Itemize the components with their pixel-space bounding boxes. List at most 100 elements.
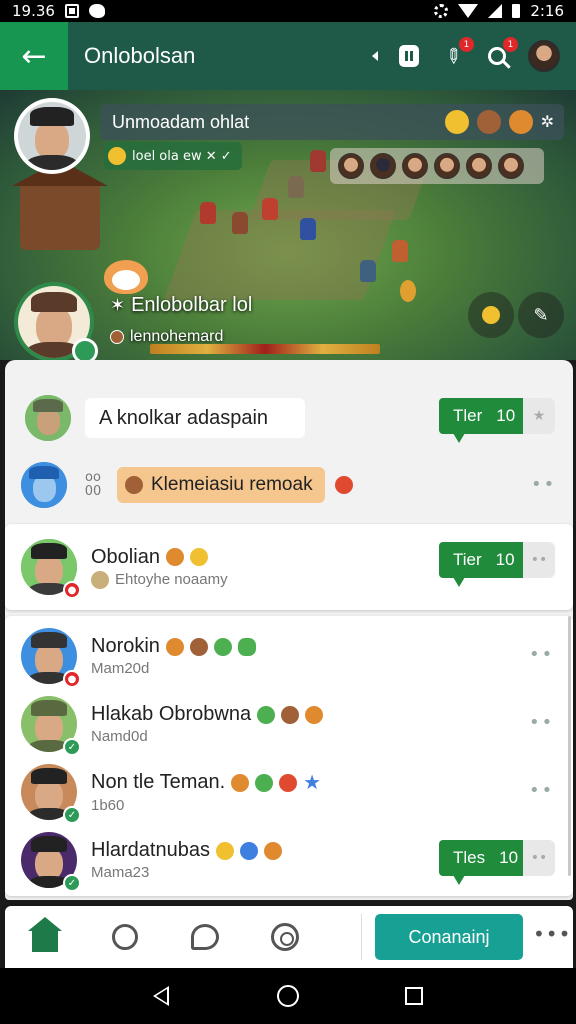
pause-button[interactable]	[396, 43, 422, 69]
nav-home[interactable]	[5, 906, 85, 968]
search-button[interactable]: 1	[484, 37, 518, 69]
chat-pill[interactable]: Unmoadam ohlat ✲	[100, 104, 564, 140]
smiley-emoji-icon	[444, 110, 469, 134]
tier-badge[interactable]: Tier 10	[439, 542, 529, 587]
back-triangle-icon	[153, 986, 169, 1006]
participant-avatar[interactable]	[434, 153, 460, 179]
contact-name: Non tle Teman.	[91, 771, 226, 793]
hud-bar	[150, 344, 380, 354]
edit-button[interactable]: ✎	[518, 292, 564, 338]
chat-pill-text: Unmoadam ohlat	[112, 111, 250, 132]
lightning-icon	[482, 306, 500, 324]
tier-badge[interactable]: Tles 10	[439, 840, 533, 885]
host-avatar[interactable]	[14, 98, 90, 174]
connect-button[interactable]: Conanainj	[375, 914, 523, 960]
system-back-button[interactable]	[153, 986, 171, 1006]
hut-building	[12, 160, 108, 250]
coin-icon	[91, 570, 109, 589]
player-avatar[interactable]	[14, 282, 98, 360]
status-time-left: 19.36	[12, 2, 55, 20]
settings-icon	[434, 4, 449, 18]
emoji-icon	[255, 773, 274, 792]
tag-pill-text: loel ola ew ✕ ✓	[132, 148, 232, 164]
tier-badge[interactable]: Tler 10	[439, 398, 530, 443]
reply-row[interactable]: oo 00 Klemeiasiu remoak	[5, 460, 573, 510]
person-icon	[112, 924, 138, 950]
notification-badge: 1	[459, 37, 474, 52]
app-bar: ← Onlobolsan ✎ 1 1	[0, 22, 576, 90]
signal-icon	[488, 4, 503, 18]
emoji-icon	[305, 705, 324, 724]
chat-list-panel: A knolkar adaspain Tler 10 ★ oo 00 Klemei…	[5, 360, 573, 900]
star-icon: ★	[303, 772, 322, 794]
user-avatar[interactable]: ✓	[21, 764, 81, 824]
tag-pill[interactable]: loel ola ew ✕ ✓	[104, 142, 242, 170]
system-recents-button[interactable]	[405, 987, 423, 1005]
status-badge: ●	[63, 670, 81, 688]
user-avatar[interactable]: ✓	[21, 696, 81, 756]
online-status-icon	[72, 338, 98, 360]
more-options-icon[interactable]: ••	[523, 542, 555, 578]
chat-icon	[191, 924, 219, 950]
more-options-icon[interactable]: ••	[529, 780, 554, 801]
emoji-icon	[231, 773, 250, 792]
emoji-icon	[263, 841, 282, 860]
status-badge: ✓	[63, 738, 81, 756]
contact-row[interactable]: ✓ Hlakab Obrobwna Namd0d ••	[5, 694, 573, 756]
user-avatar[interactable]: ●	[21, 628, 81, 688]
back-button[interactable]: ←	[0, 22, 68, 90]
emoji-icon	[257, 705, 276, 724]
wifi-icon	[458, 4, 479, 18]
app-title: Onlobolsan	[84, 43, 196, 68]
contact-subtitle: Namd0d	[91, 728, 148, 745]
emoji-icon	[189, 637, 208, 656]
contact-name: Norokin	[91, 635, 160, 657]
highlight-card[interactable]: ● Obolian Ehtoyhe noaamy Tier 10 ••	[5, 524, 573, 610]
emoji-icon	[239, 841, 258, 860]
participant-avatar[interactable]	[402, 153, 428, 179]
rocket-emoji-icon	[334, 476, 353, 494]
more-options-icon[interactable]: ••	[529, 712, 554, 733]
user-avatar[interactable]: ✓	[21, 832, 81, 892]
status-badge: ●	[63, 581, 81, 599]
participant-avatar[interactable]	[498, 153, 524, 179]
bottom-nav: Conanainj •••	[5, 906, 573, 968]
timestamp: oo 00	[84, 470, 102, 499]
nav-chat[interactable]	[165, 906, 245, 968]
game-banner: Unmoadam ohlat ✲ loel ola ew ✕ ✓ ✶ Enlob…	[0, 90, 576, 360]
participants-strip[interactable]	[330, 148, 544, 184]
caret-left-icon[interactable]	[372, 51, 378, 61]
system-home-button[interactable]	[277, 985, 299, 1007]
user-avatar[interactable]: ●	[21, 539, 81, 599]
star-icon[interactable]: ★	[523, 398, 555, 434]
smiley-emoji-icon	[108, 147, 126, 165]
participant-avatar[interactable]	[466, 153, 492, 179]
profile-avatar[interactable]	[528, 40, 560, 72]
contact-row[interactable]: ✓ Non tle Teman. ★ 1b60 ••	[5, 762, 573, 824]
cloud-icon	[88, 4, 105, 18]
more-menu-icon[interactable]: •••	[533, 922, 571, 946]
message-bubble: A knolkar adaspain	[85, 398, 305, 438]
status-bar: 19.36 2:16	[0, 0, 576, 22]
pen-button[interactable]: ✎ 1	[439, 37, 474, 70]
nav-profile[interactable]	[85, 906, 165, 968]
emoji-icon	[281, 705, 300, 724]
bug-icon[interactable]: ✲	[541, 112, 554, 132]
participant-avatar[interactable]	[370, 153, 396, 179]
emoji-icon	[279, 773, 298, 792]
user-avatar[interactable]	[21, 462, 67, 508]
emoji-icon	[237, 637, 256, 656]
contact-row[interactable]: ● Norokin Mam20d ••	[5, 626, 573, 688]
more-options-icon[interactable]: ••	[529, 644, 554, 665]
participant-avatar[interactable]	[338, 153, 364, 179]
boost-button[interactable]	[468, 292, 514, 338]
emoji-icon	[213, 637, 232, 656]
contact-subtitle: Mama23	[91, 864, 150, 881]
face-avatar-icon	[125, 476, 143, 494]
scrollbar[interactable]	[568, 616, 571, 876]
nav-camera[interactable]	[245, 906, 325, 968]
more-options-icon[interactable]: ••	[523, 840, 555, 876]
more-options-icon[interactable]: ••	[531, 474, 556, 495]
user-avatar[interactable]	[25, 395, 71, 441]
emoji-icon	[215, 841, 234, 860]
